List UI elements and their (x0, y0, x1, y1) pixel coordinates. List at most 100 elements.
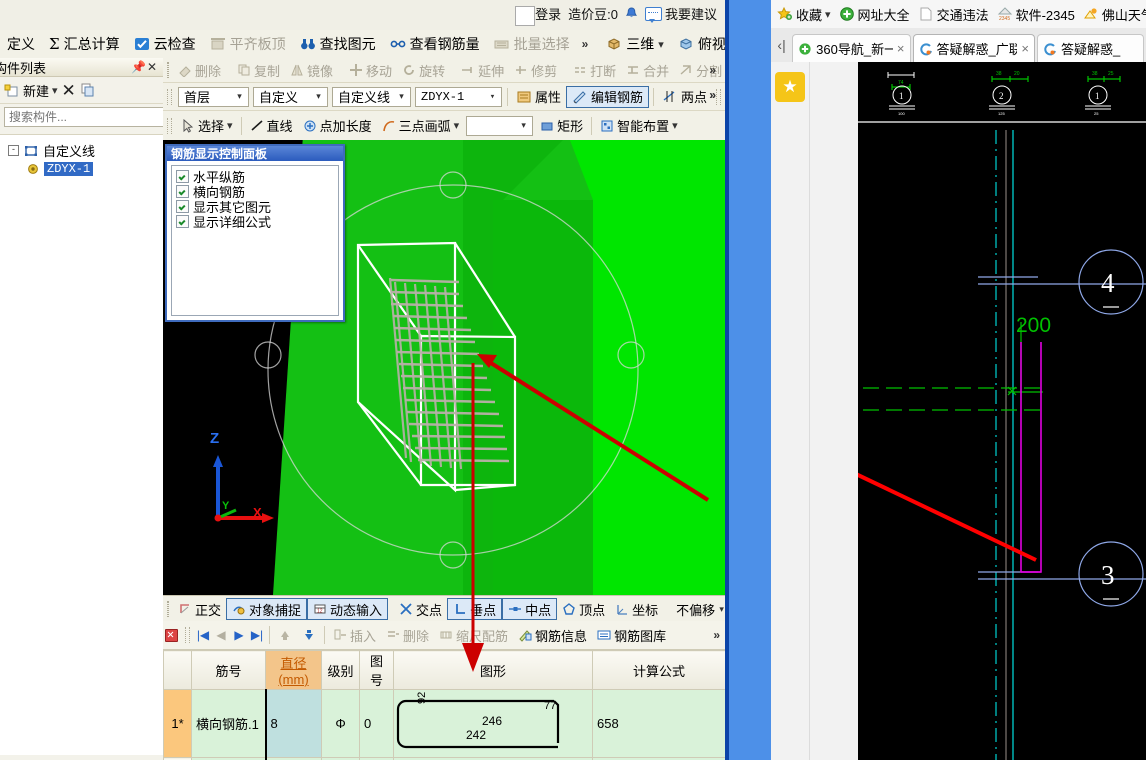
component-select[interactable]: ZDYX-1 ▾ (415, 86, 502, 107)
tab-close-icon[interactable]: × (897, 41, 905, 56)
checkbox-transverse-rebar[interactable] (176, 185, 189, 198)
chevron-down-icon[interactable]: ▾ (486, 92, 499, 102)
chevron-down-icon[interactable]: ▾ (233, 91, 246, 102)
close-icon[interactable]: ✕ (145, 60, 159, 74)
chevron-down-icon[interactable]: ▾ (395, 91, 408, 102)
type-select[interactable]: 自定义线 ▾ (332, 86, 411, 107)
chevron-down-icon[interactable]: ▾ (825, 8, 831, 21)
menu-overflow-button[interactable]: » (577, 37, 594, 51)
bell-icon[interactable] (625, 6, 638, 21)
menu-item-align-slab-top[interactable]: 平齐板顶 (203, 32, 293, 56)
tab-qa-2[interactable]: 答疑解惑_ (1037, 34, 1144, 62)
checkbox-show-detailed-formula[interactable] (176, 215, 189, 228)
floor-select[interactable]: 首层 ▾ (178, 86, 249, 107)
login-link[interactable]: 登录 (535, 4, 561, 23)
line-tool-button[interactable]: 直线 (245, 116, 298, 136)
menu-item-cloud-check[interactable]: 云检查 (127, 32, 203, 56)
edit-toolbar-overflow[interactable]: » (704, 63, 721, 77)
3d-viewport[interactable]: Z Y X 钢筋显示控制面板 水平纵筋 横向钢筋 显示其它图元 显示详细公式 (163, 140, 725, 595)
edit-rebar-button[interactable]: 编辑钢筋 (566, 85, 650, 108)
chevron-down-icon[interactable]: ▾ (227, 119, 233, 132)
move-down-icon[interactable] (302, 628, 316, 642)
tab-scroll-back[interactable]: ‹| (771, 28, 792, 62)
delete-row-button[interactable]: 删除 (381, 625, 434, 645)
category-select[interactable]: 自定义 ▾ (253, 86, 328, 107)
bookmark-traffic-violation[interactable]: 交通违法 (915, 3, 992, 26)
cell-grade[interactable]: Φ (321, 689, 360, 758)
edit-mirror-button[interactable]: 镜像 (285, 60, 338, 80)
snap-dynamic-input-button[interactable]: 12 动态输入 (307, 598, 389, 620)
edit-merge-button[interactable]: 合并 (621, 60, 674, 80)
chevron-down-icon[interactable]: ▾ (52, 84, 58, 97)
tab-close-icon[interactable]: × (1021, 41, 1029, 56)
bookmark-foshan-weather[interactable]: 佛山天气 (1080, 3, 1146, 26)
th-formula[interactable]: 计算公式 (592, 650, 725, 690)
copy-icon[interactable] (80, 82, 96, 98)
snap-object-button[interactable]: 对象捕捉 (226, 598, 308, 620)
chevron-down-icon[interactable]: ▾ (312, 91, 325, 102)
arc-tool-button[interactable]: 三点画弧 ▾ (377, 116, 465, 136)
snap-perpendicular-button[interactable]: 垂点 (447, 598, 503, 620)
pin-icon[interactable]: 📌 (131, 60, 146, 74)
chevron-down-icon[interactable]: ▾ (454, 119, 460, 132)
edit-rotate-button[interactable]: 旋转 (397, 60, 450, 80)
th-shape[interactable]: 图形 (393, 650, 593, 690)
chevron-down-icon[interactable]: ▾ (672, 119, 678, 132)
snap-vertex-button[interactable]: 顶点 (557, 599, 610, 619)
cell-formula[interactable]: 658 (592, 689, 725, 758)
nav-next-button[interactable]: ▶ (230, 628, 248, 642)
menu-item-top-view[interactable]: 俯视 ▾ (671, 32, 725, 56)
nav-last-button[interactable]: ▶| (248, 628, 266, 642)
edit-trim-button[interactable]: 修剪 (509, 60, 562, 80)
delete-x-icon[interactable]: ✕ (62, 82, 76, 99)
chevron-down-icon[interactable]: ▾ (715, 604, 725, 615)
search-input[interactable] (4, 107, 168, 127)
point-length-tool-button[interactable]: 点加长度 (298, 116, 377, 136)
toolbar-grip[interactable] (167, 601, 169, 617)
edit-delete-button[interactable]: 删除 (173, 60, 226, 80)
cell-rebar-no[interactable]: 横向钢筋.1 (191, 689, 266, 758)
offset-select[interactable]: 不偏移 ▾ (671, 600, 725, 618)
chevron-down-icon[interactable]: ▾ (658, 38, 664, 51)
th-rebar-no[interactable]: 筋号 (191, 650, 266, 690)
cell-fig-no[interactable]: 0 (359, 689, 394, 758)
select-tool-button[interactable]: 选择 ▾ (176, 116, 238, 136)
tree-item-zdyx-1[interactable]: ZDYX-1 (0, 161, 163, 177)
edit-extend-button[interactable]: 延伸 (456, 60, 509, 80)
menu-item-3d-view[interactable]: 三维 ▾ (599, 32, 671, 56)
bookmark-website-directory[interactable]: 网址大全 (836, 3, 913, 26)
checkbox-show-other-elements[interactable] (176, 200, 189, 213)
rebar-toolbar-overflow[interactable]: » (708, 628, 725, 642)
th-diameter[interactable]: 直径 (mm) (265, 650, 322, 690)
nav-first-button[interactable]: |◀ (194, 628, 212, 642)
bookmark-favorites[interactable]: 收藏 ▾ (774, 3, 834, 26)
checkbox-horizontal-longitudinal[interactable] (176, 170, 189, 183)
draw-extra-select[interactable]: ▾ (466, 115, 534, 136)
menu-item-batch-select[interactable]: 批量选择 (487, 32, 577, 56)
menu-item-view-rebar-qty[interactable]: 查看钢筋量 (383, 32, 487, 56)
nav-prev-button[interactable]: ◀ (212, 628, 230, 642)
bookmark-software-2345[interactable]: 2345 软件-2345 (994, 3, 1078, 26)
tree-expander[interactable]: - (8, 145, 19, 156)
tab-360-navigation[interactable]: 360导航_新一 × (792, 34, 911, 62)
edit-move-button[interactable]: 移动 (344, 60, 397, 80)
chevron-down-icon[interactable]: ▾ (517, 120, 530, 131)
selector-overflow-2[interactable]: » (704, 88, 721, 102)
toolbar-grip[interactable] (185, 627, 190, 643)
cell-shape[interactable]: 92 77 246 242 (393, 689, 593, 758)
menu-item-define[interactable]: 定义 (0, 32, 42, 56)
rebar-display-panel[interactable]: 钢筋显示控制面板 水平纵筋 横向钢筋 显示其它图元 显示详细公式 (165, 144, 345, 322)
tab-qa-guanglian[interactable]: 答疑解惑_广联 × (912, 34, 1035, 62)
menu-item-find-element[interactable]: 查找图元 (293, 32, 383, 56)
rebar-library-button[interactable]: 钢筋图库 (592, 625, 671, 645)
new-component-button[interactable]: 新建 ▾ (4, 81, 58, 100)
rebar-info-button[interactable]: 钢筋信息 (513, 625, 592, 645)
toolbar-grip[interactable] (167, 88, 172, 105)
cad-drawing-canvas[interactable]: 74 38 20 38 25 1 100 2 125 1 25 4 3 200 (858, 62, 1146, 760)
edit-copy-button[interactable]: 复制 (232, 60, 285, 80)
move-up-icon[interactable] (278, 628, 292, 642)
suggest-button[interactable]: 我要建议 (644, 4, 717, 23)
close-red-icon[interactable] (165, 628, 178, 642)
rectangle-tool-button[interactable]: 矩形 (535, 116, 588, 136)
table-row[interactable]: 1* 横向钢筋.1 8 Φ 0 92 77 246 242 658 (163, 689, 725, 758)
